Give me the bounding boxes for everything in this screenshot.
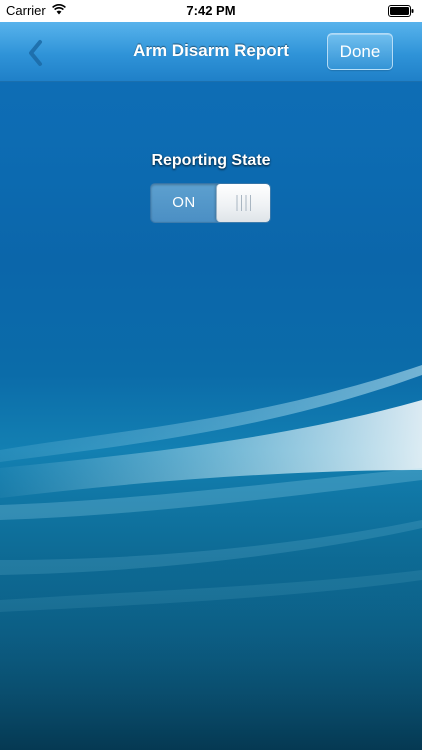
wave-decoration bbox=[0, 365, 422, 750]
reporting-state-toggle[interactable]: ON bbox=[150, 183, 271, 223]
status-time: 7:42 PM bbox=[186, 3, 236, 18]
battery-icon bbox=[388, 5, 414, 17]
toggle-knob[interactable] bbox=[216, 184, 270, 222]
toggle-on-label: ON bbox=[172, 194, 196, 211]
status-bar: Carrier 7:42 PM bbox=[0, 0, 422, 22]
page-title: Arm Disarm Report bbox=[133, 41, 289, 60]
reporting-state-label: Reporting State bbox=[151, 152, 271, 169]
wave-background bbox=[0, 0, 422, 750]
grip-icon bbox=[236, 195, 251, 211]
navigation-bar: Arm Disarm Report Done bbox=[0, 22, 422, 82]
done-button[interactable]: Done bbox=[327, 33, 393, 70]
chevron-left-icon bbox=[29, 40, 42, 66]
back-button[interactable] bbox=[16, 32, 56, 72]
